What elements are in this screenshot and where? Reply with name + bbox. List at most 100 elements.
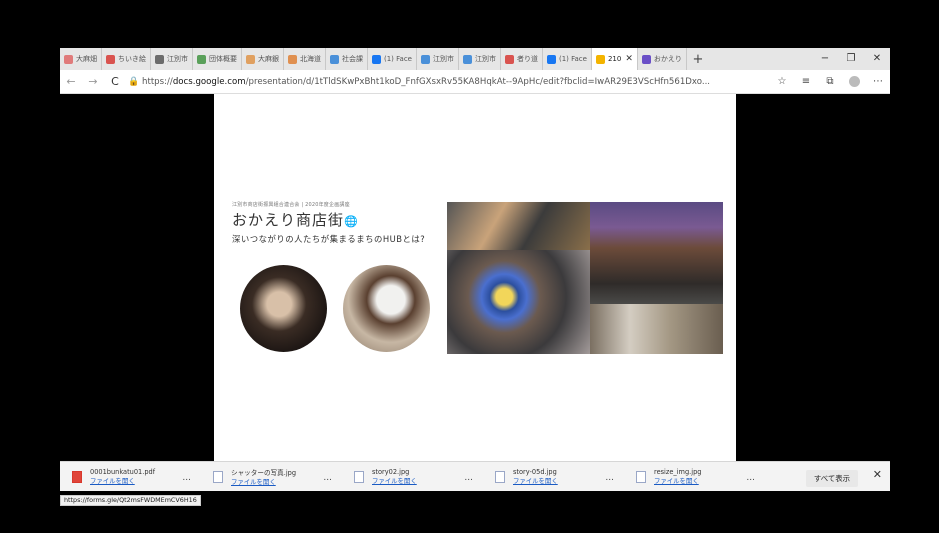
open-file-link[interactable]: ファイルを開く <box>372 476 417 485</box>
tab-favicon-icon <box>641 54 651 64</box>
download-item[interactable]: story-05d.jpg ファイルを開く... <box>483 467 624 486</box>
window-controls: − ❐ ✕ <box>812 48 890 70</box>
download-more-button[interactable]: ... <box>464 473 473 483</box>
url-host: docs.google.com <box>172 76 246 87</box>
download-filename: story-05d.jpg <box>513 468 557 476</box>
tab-5[interactable]: 北海道 <box>284 48 326 70</box>
image-file-icon <box>354 470 364 483</box>
slide-title-text: おかえり商店街 <box>232 211 345 229</box>
slide-title: おかえり商店街🌐 <box>232 209 359 230</box>
close-downloads-button[interactable]: ✕ <box>873 468 882 481</box>
download-more-button[interactable]: ... <box>323 473 332 483</box>
download-item[interactable]: 0001bunkatu01.pdf ファイルを開く... <box>60 467 201 486</box>
tab-favicon-icon <box>462 54 472 64</box>
download-more-button[interactable]: ... <box>746 473 755 483</box>
show-all-downloads-button[interactable]: すべて表示 <box>805 470 858 487</box>
downloads-bar: 0001bunkatu01.pdf ファイルを開く... シャッターの写真.jpg フ… <box>60 461 890 491</box>
lock-icon[interactable]: 🔒 <box>126 77 142 87</box>
tab-label: 団体概要 <box>209 55 237 63</box>
tab-close-icon[interactable]: ✕ <box>625 54 633 64</box>
tab-8[interactable]: 江別市 <box>417 48 459 70</box>
download-more-button[interactable]: ... <box>605 473 614 483</box>
collage-dusk-street-photo <box>590 202 723 304</box>
tab-favicon-icon <box>504 54 514 64</box>
tab-favicon-icon <box>288 54 297 64</box>
collage-chalk-art-photo <box>447 250 590 354</box>
tab-favicon-icon <box>64 54 73 64</box>
person-photo-writing <box>343 265 430 352</box>
tab-label: (1) Face <box>384 55 412 63</box>
profile-avatar[interactable] <box>842 75 866 88</box>
tab-label: 江別市 <box>474 55 496 63</box>
tab-label: ちいき絵 <box>118 55 146 63</box>
download-filename: 0001bunkatu01.pdf <box>90 468 156 476</box>
download-more-button[interactable]: ... <box>182 473 191 483</box>
tab-1[interactable]: ちいき絵 <box>102 48 151 70</box>
toolbar-icons: ☆ ≡ ⧉ ⋯ <box>770 75 890 88</box>
collage-street-photo <box>447 202 590 250</box>
tab-label: (1) Face <box>558 55 587 63</box>
tab-13[interactable]: おかえり <box>638 48 687 70</box>
tab-6[interactable]: 社会課 <box>326 48 368 70</box>
image-file-icon <box>495 470 505 483</box>
tab-10[interactable]: 者り道 <box>501 48 543 70</box>
url-prefix: https:// <box>142 76 173 87</box>
download-item[interactable]: シャッターの写真.jpg ファイルを開く... <box>201 467 342 486</box>
tab-favicon-icon <box>420 54 430 64</box>
tab-favicon-icon <box>246 54 255 64</box>
download-text: 0001bunkatu01.pdf ファイルを開く <box>90 468 155 485</box>
reload-button[interactable]: C <box>104 75 126 88</box>
favorite-star-icon[interactable]: ☆ <box>770 76 794 88</box>
tab-11[interactable]: (1) Face <box>543 48 592 70</box>
favorites-list-icon[interactable]: ≡ <box>794 76 818 88</box>
tab-12[interactable]: 210 ✕ <box>591 48 638 70</box>
download-text: resize_img.jpg ファイルを開く <box>654 468 701 485</box>
download-item[interactable]: resize_img.jpg ファイルを開く... <box>624 467 765 486</box>
link-status-tooltip: https://forms.gle/Qt2msFWDMEmCV6H16 <box>60 495 201 506</box>
new-tab-button[interactable]: + <box>687 52 709 67</box>
download-item[interactable]: story02.jpg ファイルを開く... <box>342 467 483 486</box>
open-file-link[interactable]: ファイルを開く <box>231 477 296 486</box>
tab-favicon-icon <box>106 54 115 64</box>
screen: 大麻畑 ちいき絵 江別市 団体概要 大麻銀 北海道 社会課 (1) Face 江別市 江別市 者り道… <box>0 0 939 533</box>
tab-label: 者り道 <box>516 55 538 63</box>
slide-subtitle: 深いつながりの人たちが集まるまちのHUBとは? <box>232 234 426 244</box>
restore-button[interactable]: ❐ <box>838 48 864 70</box>
open-file-link[interactable]: ファイルを開く <box>90 476 155 485</box>
open-file-link[interactable]: ファイルを開く <box>513 476 558 485</box>
address-bar[interactable]: https://docs.google.com/presentation/d/1… <box>142 77 770 87</box>
tab-7[interactable]: (1) Face <box>368 48 417 70</box>
back-button[interactable]: ← <box>60 75 82 88</box>
avatar <box>848 75 860 87</box>
download-text: story02.jpg ファイルを開く <box>372 468 417 485</box>
tab-2[interactable]: 江別市 <box>151 48 193 70</box>
download-list: 0001bunkatu01.pdf ファイルを開く... シャッターの写真.jpg フ… <box>60 467 765 486</box>
forward-button[interactable]: → <box>82 75 104 88</box>
tab-0[interactable]: 大麻畑 <box>60 48 102 70</box>
tab-label: 江別市 <box>167 55 188 63</box>
slide-eyebrow: 江別市商店街振興組合連合会 | 2020年度企画講座 <box>232 202 350 208</box>
tab-favicon-icon <box>155 54 164 64</box>
pdf-file-icon <box>72 470 82 483</box>
tab-3[interactable]: 団体概要 <box>193 48 242 70</box>
open-file-link[interactable]: ファイルを開く <box>654 476 701 485</box>
tab-favicon-icon <box>546 54 556 64</box>
slide: 江別市商店街振興組合連合会 | 2020年度企画講座 おかえり商店街🌐 深いつな… <box>214 94 736 461</box>
tab-label: 北海道 <box>300 55 321 63</box>
collections-icon[interactable]: ⧉ <box>818 76 842 88</box>
person-photo-masked <box>240 265 327 352</box>
tab-9[interactable]: 江別市 <box>459 48 501 70</box>
download-filename: story02.jpg <box>372 468 410 476</box>
tab-strip: 大麻畑 ちいき絵 江別市 団体概要 大麻銀 北海道 社会課 (1) Face 江別市 江別市 者り道… <box>60 48 890 70</box>
close-window-button[interactable]: ✕ <box>864 48 890 70</box>
tab-4[interactable]: 大麻銀 <box>242 48 284 70</box>
download-text: シャッターの写真.jpg ファイルを開く <box>231 467 296 486</box>
more-menu-icon[interactable]: ⋯ <box>866 76 890 88</box>
tab-label: 大麻畑 <box>76 55 97 63</box>
tab-label: 210 <box>607 55 622 63</box>
image-file-icon <box>636 470 646 483</box>
download-filename: シャッターの写真.jpg <box>231 469 297 477</box>
download-filename: resize_img.jpg <box>654 468 702 476</box>
tab-favicon-icon <box>197 54 206 64</box>
minimize-button[interactable]: − <box>812 48 838 70</box>
